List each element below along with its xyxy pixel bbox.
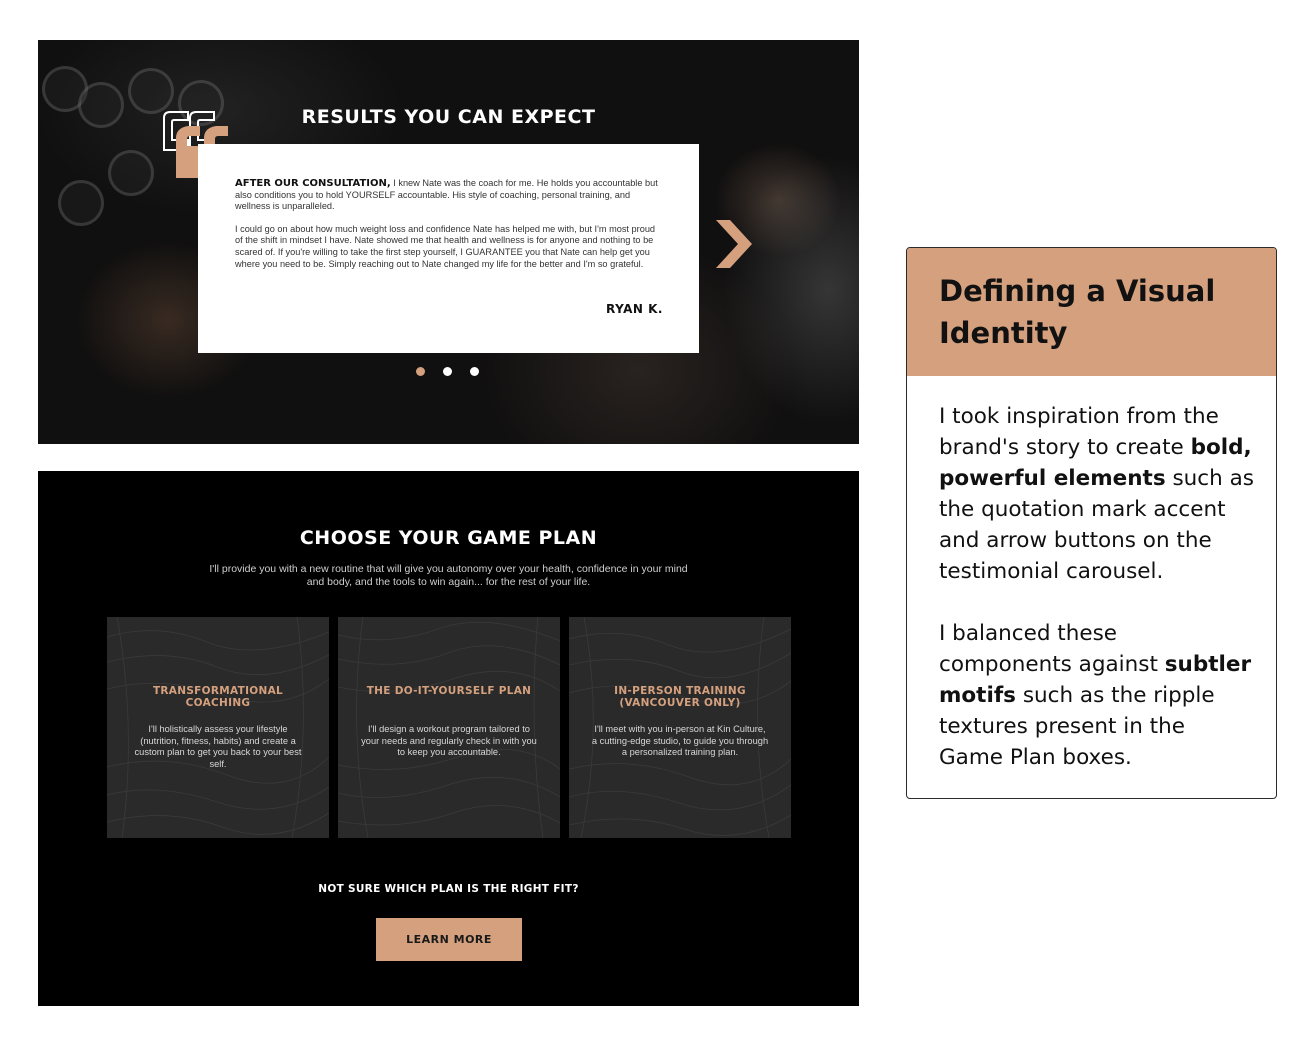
section-subtitle: I'll provide you with a new routine that… <box>209 563 688 588</box>
background-badge <box>58 180 104 226</box>
plan-description: I'll holistically assess your lifestyle … <box>134 724 302 769</box>
plan-title: TRANSFORMATIONAL COACHING <box>152 685 284 709</box>
testimonial-card: AFTER OUR CONSULTATION, I knew Nate was … <box>198 144 699 353</box>
plan-description: I'll meet with you in-person at Kin Cult… <box>591 724 769 758</box>
plan-title: THE DO-IT-YOURSELF PLAN <box>366 685 532 697</box>
testimonial-section: RESULTS YOU CAN EXPECT AFTER OUR CONSULT… <box>38 40 859 444</box>
testimonial-paragraph: AFTER OUR CONSULTATION, I knew Nate was … <box>235 178 663 213</box>
chevron-right-icon[interactable] <box>714 218 754 270</box>
info-text: I balanced these components against <box>939 621 1165 677</box>
plan-description: I'll design a workout program tailored t… <box>361 724 537 758</box>
info-paragraph: I balanced these components against subt… <box>939 618 1254 773</box>
carousel-dot-3[interactable] <box>470 367 479 376</box>
info-card-title: Defining a Visual Identity <box>939 274 1216 350</box>
plan-question: NOT SURE WHICH PLAN IS THE RIGHT FIT? <box>318 883 579 895</box>
carousel-dots <box>416 367 479 376</box>
info-card-body: I took inspiration from the brand's stor… <box>907 376 1276 773</box>
info-card-header: Defining a Visual Identity <box>907 248 1276 376</box>
game-plan-section: CHOOSE YOUR GAME PLAN I'll provide you w… <box>38 471 859 1006</box>
learn-more-button[interactable]: LEARN MORE <box>376 918 522 961</box>
testimonial-author: RYAN K. <box>606 302 663 317</box>
plan-title: IN-PERSON TRAINING (VANCOUVER ONLY) <box>614 685 746 709</box>
carousel-dot-2[interactable] <box>443 367 452 376</box>
info-card: Defining a Visual Identity I took inspir… <box>906 247 1277 799</box>
testimonial-paragraph: I could go on about how much weight loss… <box>235 223 656 269</box>
plan-card-diy[interactable]: THE DO-IT-YOURSELF PLAN I'll design a wo… <box>338 617 560 838</box>
testimonial-lead: AFTER OUR CONSULTATION, <box>235 178 391 189</box>
background-badge <box>108 150 154 196</box>
section-title: CHOOSE YOUR GAME PLAN <box>299 527 598 549</box>
info-text: I took inspiration from the brand's stor… <box>939 404 1219 460</box>
info-paragraph: I took inspiration from the brand's stor… <box>939 401 1254 587</box>
plan-card-in-person[interactable]: IN-PERSON TRAINING (VANCOUVER ONLY) I'll… <box>569 617 791 838</box>
carousel-dot-1[interactable] <box>416 367 425 376</box>
plan-card-transformational[interactable]: TRANSFORMATIONAL COACHING I'll holistica… <box>107 617 329 838</box>
